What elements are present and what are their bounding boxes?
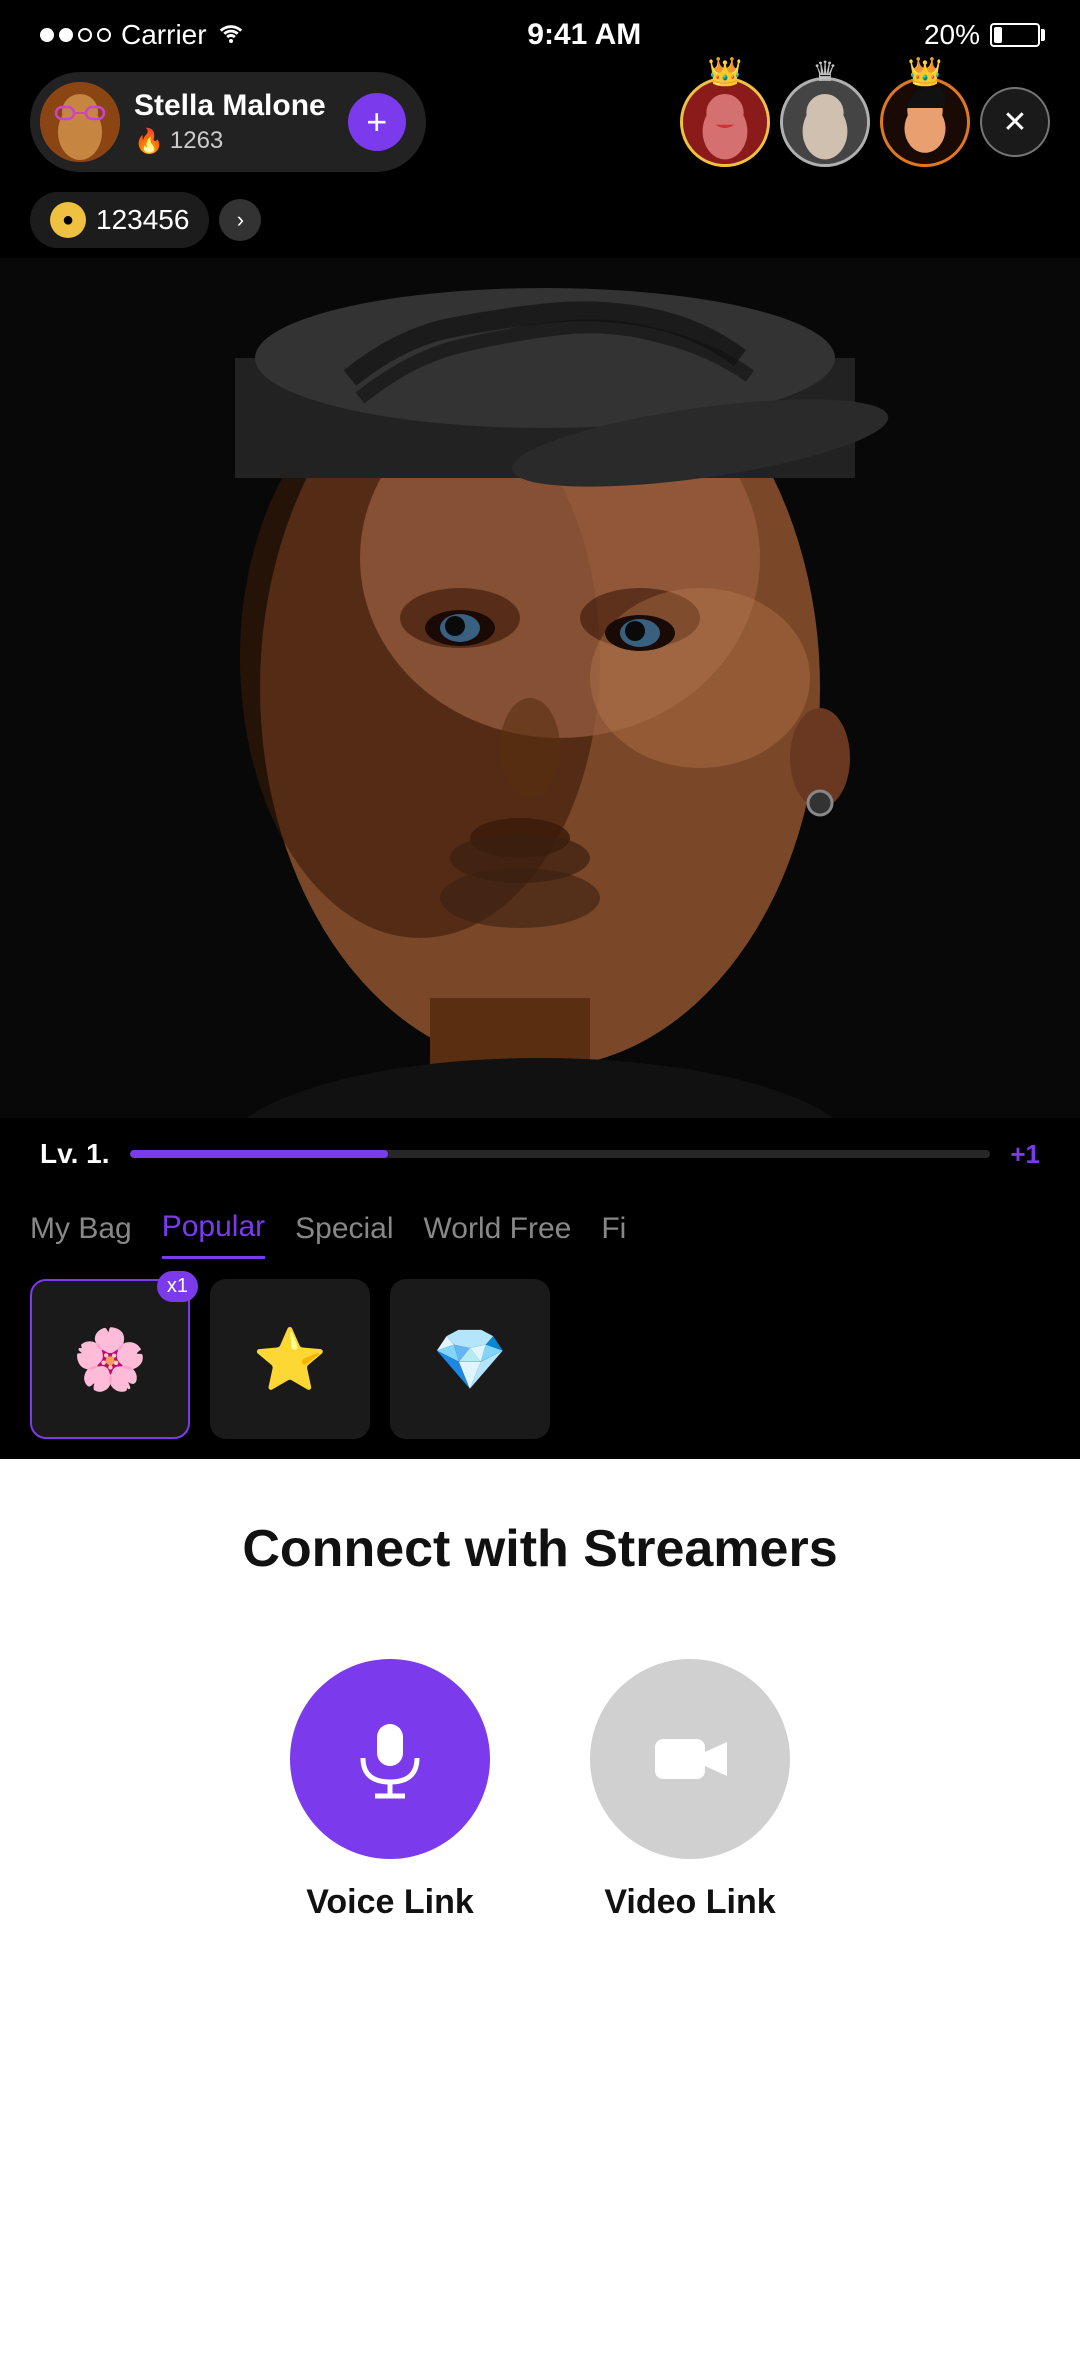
status-left: Carrier: [40, 19, 245, 51]
voice-link-wrap: Voice Link: [290, 1659, 490, 1922]
top-overlay: Stella Malone 🔥 1263 + 👑: [0, 62, 1080, 182]
add-button[interactable]: +: [348, 93, 406, 151]
signal-dot-2: [59, 28, 73, 42]
connect-title: Connect with Streamers: [242, 1519, 837, 1579]
microphone-icon: [345, 1714, 435, 1804]
battery-fill: [994, 27, 1002, 43]
voice-link-label: Voice Link: [306, 1883, 474, 1922]
level-bar-container: Lv. 1. +1: [0, 1118, 1080, 1190]
gift-tabs: My Bag Popular Special World Free Fi: [0, 1190, 1080, 1259]
gift-items-row: x1 🌸 ⭐ 💎: [0, 1259, 1080, 1459]
gift-item-1[interactable]: x1 🌸: [30, 1279, 190, 1439]
video-link-label: Video Link: [604, 1883, 775, 1922]
coin-row: ● 123456 ›: [0, 182, 1080, 258]
user-info: Stella Malone 🔥 1263: [134, 89, 326, 156]
voice-link-button[interactable]: [290, 1659, 490, 1859]
face-2: [783, 80, 867, 164]
avatar-rank-2: [780, 77, 870, 167]
avatar: [40, 82, 120, 162]
streak-count: 1263: [170, 127, 223, 155]
tab-popular[interactable]: Popular: [162, 1210, 265, 1259]
face-1: [683, 80, 767, 164]
gift-item-3[interactable]: 💎: [390, 1279, 550, 1439]
gift-emoji-3: 💎: [433, 1324, 508, 1395]
gift-emoji-1: 🌸: [73, 1324, 148, 1395]
level-plus: +1: [1010, 1139, 1040, 1170]
signal-dot-1: [40, 28, 54, 42]
crown-silver-icon: ♛: [812, 55, 837, 88]
face-svg: [0, 258, 1080, 1118]
carrier-label: Carrier: [121, 19, 207, 51]
user-name: Stella Malone: [134, 89, 326, 123]
tab-special[interactable]: Special: [295, 1212, 393, 1258]
video-link-wrap: Video Link: [590, 1659, 790, 1922]
user-streak: 🔥 1263: [134, 127, 326, 156]
user-card: Stella Malone 🔥 1263 +: [30, 72, 426, 172]
crown-avatar-rank-3[interactable]: 👑: [880, 77, 970, 167]
crown-gold-icon: 👑: [708, 55, 743, 88]
tab-my-bag[interactable]: My Bag: [30, 1212, 132, 1258]
flame-icon: 🔥: [134, 127, 164, 156]
avatar-rank-1: [680, 77, 770, 167]
status-right: 20%: [924, 19, 1040, 51]
tab-world-free[interactable]: World Free: [424, 1212, 572, 1258]
tab-fi[interactable]: Fi: [601, 1212, 626, 1258]
video-camera-icon: [645, 1714, 735, 1804]
level-label: Lv. 1.: [40, 1138, 110, 1170]
crown-avatar-rank-1[interactable]: 👑: [680, 77, 770, 167]
video-link-button[interactable]: [590, 1659, 790, 1859]
signal-dot-3: [78, 28, 92, 42]
time-display: 9:41 AM: [527, 18, 641, 52]
crown-orange-icon: 👑: [908, 55, 943, 88]
connect-buttons: Voice Link Video Link: [290, 1659, 790, 1922]
bottom-section: Connect with Streamers Voice Link: [0, 1459, 1080, 2359]
signal-dot-4: [97, 28, 111, 42]
signal-dots: [40, 28, 111, 42]
coin-arrow-button[interactable]: ›: [219, 199, 261, 241]
gift-badge-x1: x1: [157, 1271, 198, 1302]
crown-avatar-rank-2[interactable]: ♛: [780, 77, 870, 167]
coin-badge: ● 123456: [30, 192, 209, 248]
coin-icon: ●: [50, 202, 86, 238]
face-3: [883, 80, 967, 164]
video-area: [0, 258, 1080, 1118]
level-track: [130, 1150, 990, 1158]
crown-avatars: 👑 ♛: [680, 77, 1050, 167]
battery-percent: 20%: [924, 19, 980, 51]
avatar-rank-3: [880, 77, 970, 167]
battery-icon: [990, 23, 1040, 47]
gift-item-2[interactable]: ⭐: [210, 1279, 370, 1439]
status-bar: Carrier 9:41 AM 20%: [0, 0, 1080, 62]
close-button[interactable]: ✕: [980, 87, 1050, 157]
coin-amount: 123456: [96, 204, 189, 236]
gift-emoji-2: ⭐: [253, 1324, 328, 1395]
level-row: Lv. 1. +1: [40, 1138, 1040, 1170]
wifi-icon: [217, 20, 245, 51]
level-fill: [130, 1150, 388, 1158]
